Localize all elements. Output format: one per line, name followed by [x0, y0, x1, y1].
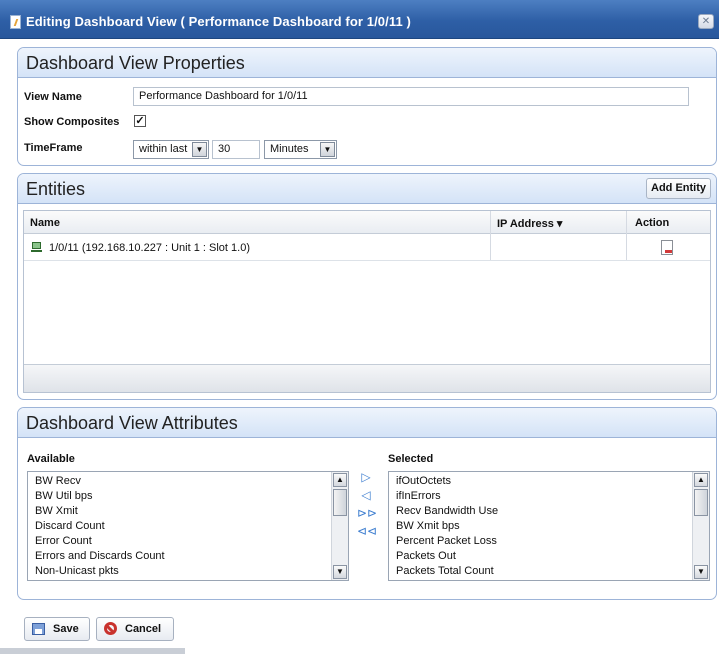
available-label: Available	[27, 453, 75, 465]
timeframe-mode-value: within last	[139, 143, 188, 155]
remove-document-icon[interactable]	[661, 240, 673, 255]
cancel-icon	[104, 622, 117, 635]
entities-table-header: Name IP Address ▾ Action	[24, 211, 710, 234]
save-label: Save	[53, 623, 79, 635]
sort-down-icon: ▾	[553, 218, 563, 230]
list-item[interactable]: Percent Packet Loss	[396, 535, 497, 547]
entities-table: Name IP Address ▾ Action 1/0/11 (192.168…	[23, 210, 711, 393]
scroll-up-icon[interactable]: ▲	[694, 473, 708, 487]
scroll-thumb[interactable]	[333, 489, 347, 516]
column-header-action: Action	[635, 217, 670, 229]
available-list[interactable]: BW Recv BW Util bps BW Xmit Discard Coun…	[27, 471, 349, 581]
entities-header: Entities Add Entity	[18, 174, 716, 204]
entities-table-footer	[24, 364, 710, 392]
list-item[interactable]: BW Util bps	[35, 490, 92, 502]
attributes-title: Dashboard View Attributes	[26, 413, 238, 433]
move-left-icon[interactable]: ◁	[359, 488, 373, 502]
timeframe-label: TimeFrame	[24, 142, 83, 154]
view-name-label: View Name	[24, 91, 82, 103]
scroll-down-icon[interactable]: ▼	[694, 565, 708, 579]
properties-title: Dashboard View Properties	[26, 53, 245, 73]
timeframe-amount-field[interactable]: 30	[212, 140, 260, 159]
cancel-label: Cancel	[125, 623, 162, 635]
chevron-down-icon: ▼	[192, 142, 207, 157]
list-item[interactable]: Non-Unicast pkts	[35, 565, 119, 577]
network-device-icon	[31, 242, 42, 253]
selected-label: Selected	[388, 453, 434, 465]
edit-document-icon	[10, 15, 21, 29]
show-composites-label: Show Composites	[24, 116, 120, 128]
column-header-ip[interactable]: IP Address ▾	[497, 217, 562, 230]
properties-panel: Dashboard View Properties View Name Perf…	[17, 47, 717, 166]
cancel-button[interactable]: Cancel	[96, 617, 174, 641]
list-item[interactable]: BW Recv	[35, 475, 81, 487]
list-item[interactable]: Packets Out	[396, 550, 456, 562]
save-button[interactable]: Save	[24, 617, 90, 641]
dialog-titlebar: Editing Dashboard View ( Performance Das…	[0, 0, 719, 39]
chevron-down-icon: ▼	[320, 142, 335, 157]
timeframe-unit-value: Minutes	[270, 143, 309, 155]
selected-list[interactable]: ifOutOctets ifInErrors Recv Bandwidth Us…	[388, 471, 710, 581]
properties-header: Dashboard View Properties	[18, 48, 716, 78]
scroll-thumb[interactable]	[694, 489, 708, 516]
attributes-header: Dashboard View Attributes	[18, 408, 716, 438]
entities-title: Entities	[26, 179, 86, 199]
show-composites-checkbox[interactable]: ✓	[134, 115, 146, 127]
list-item[interactable]: BW Xmit bps	[396, 520, 460, 532]
list-item[interactable]: ifInErrors	[396, 490, 441, 502]
list-item[interactable]: Packets Total Count	[396, 565, 494, 577]
list-item[interactable]: ifOutOctets	[396, 475, 451, 487]
list-item[interactable]: Discard Count	[35, 520, 105, 532]
table-row[interactable]: 1/0/11 (192.168.10.227 : Unit 1 : Slot 1…	[24, 235, 710, 261]
view-name-field[interactable]: Performance Dashboard for 1/0/11	[133, 87, 689, 106]
list-item[interactable]: BW Xmit	[35, 505, 78, 517]
window-bottom-strip	[0, 648, 185, 654]
timeframe-unit-select[interactable]: Minutes ▼	[264, 140, 337, 159]
list-item[interactable]: Errors and Discards Count	[35, 550, 165, 562]
column-header-ip-label: IP Address	[497, 218, 554, 230]
close-button[interactable]: ✕	[698, 14, 714, 29]
move-all-left-icon[interactable]: ⊲⊲	[357, 524, 377, 538]
selected-scrollbar[interactable]: ▲ ▼	[692, 472, 709, 580]
dialog-title: Editing Dashboard View ( Performance Das…	[26, 14, 411, 29]
timeframe-mode-select[interactable]: within last ▼	[133, 140, 209, 159]
save-disk-icon	[32, 623, 45, 635]
column-header-name[interactable]: Name	[30, 217, 60, 229]
add-entity-button[interactable]: Add Entity	[646, 178, 711, 199]
move-right-icon[interactable]: ▷	[359, 470, 373, 484]
scroll-up-icon[interactable]: ▲	[333, 473, 347, 487]
scroll-down-icon[interactable]: ▼	[333, 565, 347, 579]
entities-panel: Entities Add Entity Name IP Address ▾ Ac…	[17, 173, 717, 400]
list-item[interactable]: Error Count	[35, 535, 92, 547]
list-item[interactable]: Recv Bandwidth Use	[396, 505, 498, 517]
attributes-panel: Dashboard View Attributes Available Sele…	[17, 407, 717, 600]
available-scrollbar[interactable]: ▲ ▼	[331, 472, 348, 580]
move-all-right-icon[interactable]: ⊳⊳	[357, 506, 377, 520]
entity-name-cell: 1/0/11 (192.168.10.227 : Unit 1 : Slot 1…	[49, 242, 250, 254]
